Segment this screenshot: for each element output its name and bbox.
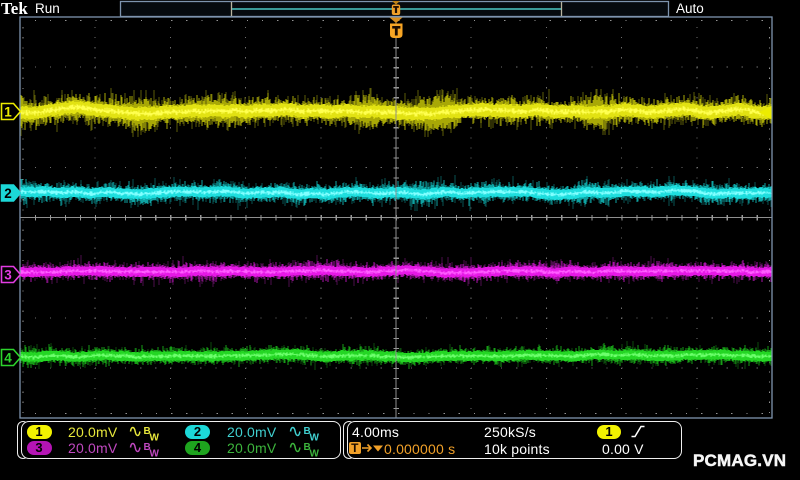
svg-text:4: 4 xyxy=(4,351,12,366)
svg-text:W: W xyxy=(310,449,320,459)
svg-text:1: 1 xyxy=(4,105,12,120)
svg-text:W: W xyxy=(150,449,160,459)
svg-text:3: 3 xyxy=(4,268,12,283)
svg-text:2: 2 xyxy=(4,186,12,201)
